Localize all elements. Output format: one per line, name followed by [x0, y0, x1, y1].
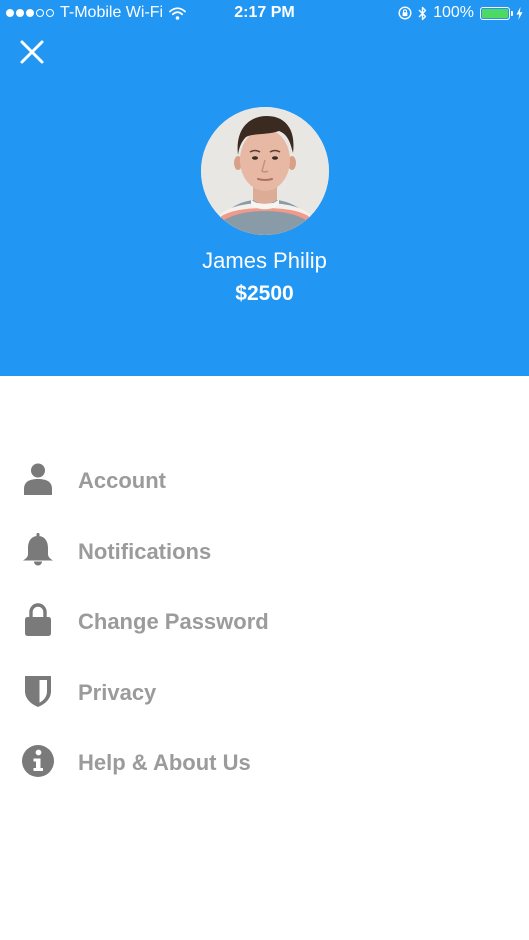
bluetooth-icon	[418, 6, 427, 20]
user-balance: $2500	[235, 282, 294, 305]
menu-item-change-password[interactable]: Change Password	[0, 587, 529, 658]
menu-item-account[interactable]: Account	[0, 446, 529, 517]
status-bar: T-Mobile Wi-Fi 2:17 PM 100%	[0, 0, 529, 28]
menu-label-privacy: Privacy	[78, 679, 157, 705]
menu-label-change-password: Change Password	[78, 609, 269, 634]
battery-level	[482, 8, 508, 18]
charging-icon	[516, 6, 523, 20]
menu-item-privacy[interactable]: Privacy	[0, 658, 529, 729]
shield-icon	[25, 675, 51, 707]
info-icon	[22, 745, 54, 777]
orientation-lock-icon	[398, 6, 412, 20]
battery-percent: 100%	[433, 4, 474, 21]
menu-label-account: Account	[78, 468, 166, 493]
user-icon	[24, 463, 52, 495]
status-right: 100%	[398, 4, 523, 22]
bell-icon	[23, 532, 53, 565]
close-icon	[20, 40, 44, 64]
profile-photo	[201, 107, 329, 235]
menu-item-help-about[interactable]: Help & About Us	[0, 728, 529, 799]
settings-menu: Account Notifications Change Password Pr…	[0, 446, 529, 799]
avatar	[201, 107, 329, 235]
lock-icon	[25, 603, 51, 636]
battery-icon	[480, 6, 513, 20]
menu-label-help-about: Help & About Us	[78, 750, 251, 775]
close-button[interactable]	[18, 38, 46, 66]
menu-item-notifications[interactable]: Notifications	[0, 517, 529, 588]
menu-label-notifications: Notifications	[78, 538, 212, 564]
user-name: James Philip	[202, 248, 327, 273]
profile-header: T-Mobile Wi-Fi 2:17 PM 100% James Philip…	[0, 0, 529, 376]
